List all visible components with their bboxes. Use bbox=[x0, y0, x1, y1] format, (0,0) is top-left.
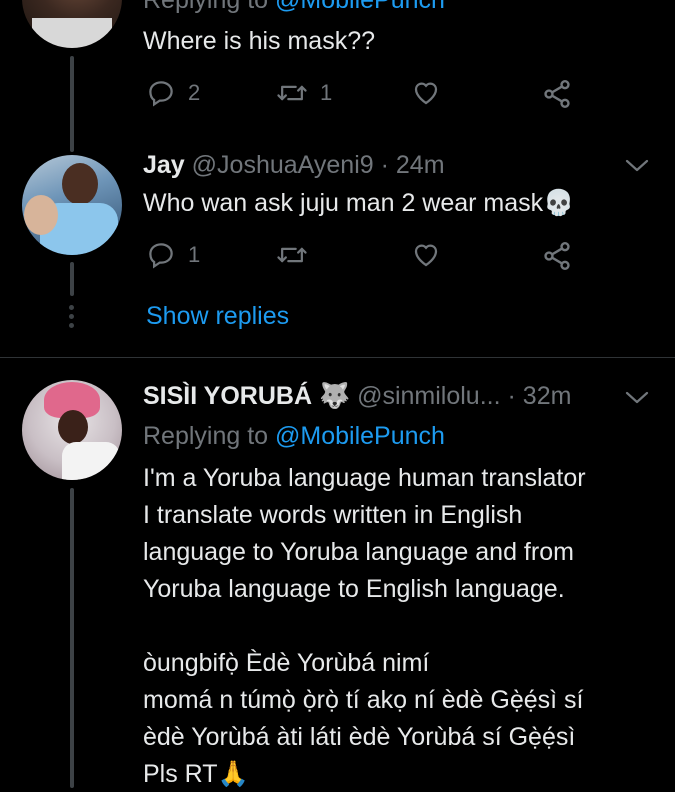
tweet-text: Who wan ask juju man 2 wear mask💀 bbox=[143, 189, 575, 217]
avatar-face bbox=[58, 410, 88, 444]
divider bbox=[0, 357, 675, 358]
share-button[interactable] bbox=[541, 78, 573, 110]
tweet-text-line: I translate words written in English bbox=[143, 501, 523, 529]
tweet-text-line: òungbifọ̀ Èdè Yorùbá nimí bbox=[143, 649, 430, 677]
avatar[interactable] bbox=[22, 0, 122, 48]
separator: · bbox=[380, 151, 389, 179]
tweet-header: SISÌI YORUBÁ 🐺 @sinmilolu... · 32m bbox=[143, 378, 571, 414]
thread-line bbox=[70, 488, 74, 788]
display-name[interactable]: SISÌI YORUBÁ bbox=[143, 382, 312, 410]
separator: · bbox=[507, 382, 516, 410]
avatar-teammate bbox=[24, 195, 58, 235]
avatar-shirt bbox=[32, 18, 112, 48]
retweet-icon bbox=[276, 78, 308, 108]
share-icon bbox=[541, 78, 573, 110]
more-options-chevron-icon[interactable] bbox=[623, 387, 651, 412]
like-icon bbox=[411, 240, 441, 270]
share-button[interactable] bbox=[541, 240, 573, 272]
like-button[interactable] bbox=[411, 240, 441, 270]
tweet-text-line: language to Yoruba language and from bbox=[143, 538, 574, 566]
tweet-text-line: Yoruba language to English language. bbox=[143, 575, 565, 603]
reply-icon bbox=[146, 78, 176, 108]
avatar-head bbox=[62, 163, 98, 205]
replying-handle[interactable]: @MobilePunch bbox=[275, 422, 445, 450]
thread-dots bbox=[69, 305, 75, 328]
reply-count: 2 bbox=[188, 80, 201, 105]
wolf-emoji: 🐺 bbox=[318, 382, 351, 410]
show-replies-link[interactable]: Show replies bbox=[146, 298, 289, 334]
reply-icon bbox=[146, 240, 176, 270]
user-handle[interactable]: @sinmilolu... bbox=[357, 382, 500, 410]
tweet-text-line: I'm a Yoruba language human translator bbox=[143, 464, 586, 492]
share-icon bbox=[541, 240, 573, 272]
replying-to: Replying to @MobilePunch bbox=[143, 422, 445, 450]
tweet-text-line: Pls RT🙏 bbox=[143, 760, 249, 788]
reply-button[interactable]: 2 bbox=[146, 78, 200, 108]
timestamp[interactable]: 24m bbox=[396, 151, 445, 179]
timestamp[interactable]: 32m bbox=[523, 382, 572, 410]
replying-to: Replying to @MobilePunch bbox=[143, 0, 445, 18]
reply-button[interactable]: 1 bbox=[146, 240, 200, 270]
display-name[interactable]: Jay bbox=[143, 151, 185, 179]
avatar[interactable] bbox=[22, 380, 122, 480]
retweet-count: 1 bbox=[320, 80, 333, 105]
retweet-button[interactable] bbox=[276, 240, 308, 270]
like-button[interactable] bbox=[411, 78, 441, 108]
tweet-header: Jay @JoshuaAyeni9 · 24m bbox=[143, 147, 445, 183]
tweet-text-line: èdè Yorùbá àti láti èdè Yorùbá sí Gẹ̀ẹ́s… bbox=[143, 723, 576, 751]
retweet-button[interactable]: 1 bbox=[276, 78, 332, 108]
skull-emoji: 💀 bbox=[543, 189, 575, 217]
replying-handle[interactable]: @MobilePunch bbox=[275, 0, 445, 14]
avatar-top bbox=[62, 442, 120, 480]
user-handle[interactable]: @JoshuaAyeni9 bbox=[192, 151, 374, 179]
like-icon bbox=[411, 78, 441, 108]
pray-emoji: 🙏 bbox=[217, 760, 249, 788]
tweet-text: Where is his mask?? bbox=[143, 27, 376, 55]
reply-count: 1 bbox=[188, 242, 201, 267]
retweet-icon bbox=[276, 240, 308, 270]
more-options-chevron-icon[interactable] bbox=[623, 155, 651, 180]
avatar[interactable] bbox=[22, 155, 122, 255]
tweet-text-line: momá n túmọ̀ ọ̀rọ̀ tí akọ ní èdè Gẹ̀ẹ́sì… bbox=[143, 686, 584, 714]
thread-line bbox=[70, 262, 74, 296]
thread-line bbox=[70, 56, 74, 152]
